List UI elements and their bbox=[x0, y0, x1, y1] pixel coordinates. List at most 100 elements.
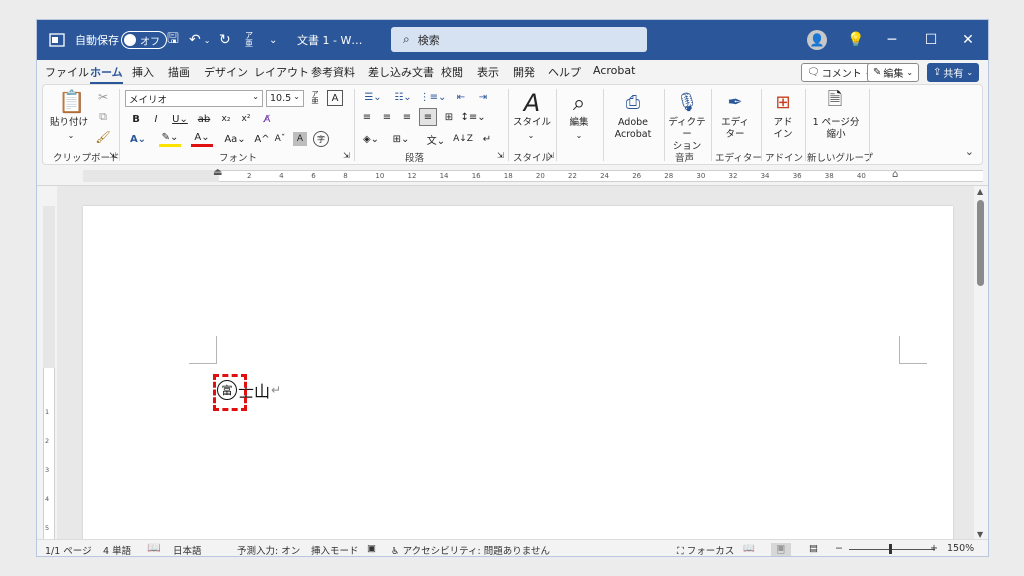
align-right-icon[interactable]: ≡ bbox=[399, 109, 415, 125]
indent-marker-icon[interactable]: ⏏ bbox=[213, 167, 222, 178]
chevron-down-icon[interactable]: ⌄ bbox=[523, 131, 539, 140]
dialog-launcher-icon[interactable]: ⇲ bbox=[109, 151, 116, 160]
tab-mailings[interactable]: 差し込み文書 bbox=[368, 64, 434, 80]
save-icon[interactable]: 🖫 bbox=[167, 20, 179, 60]
undo-icon[interactable]: ↶ ⌄ bbox=[189, 20, 210, 60]
language-indicator[interactable]: 日本語 bbox=[173, 543, 202, 556]
font-name-combo[interactable]: メイリオ ⌄ bbox=[125, 90, 263, 107]
styles-button[interactable]: スタイル bbox=[511, 117, 553, 129]
editing-mode-button[interactable]: ✎ 編集 ⌄ bbox=[867, 63, 920, 82]
font-color-icon[interactable]: A⌄ bbox=[191, 131, 213, 147]
addins-grid-icon[interactable]: ⊞ bbox=[771, 89, 795, 115]
tab-review[interactable]: 校閲 bbox=[441, 64, 463, 80]
paste-button[interactable]: 貼り付け bbox=[49, 117, 89, 129]
multilevel-list-icon[interactable]: ⋮≡⌄ bbox=[419, 89, 447, 105]
autosave-toggle[interactable]: オフ bbox=[121, 31, 167, 49]
text-effects-icon[interactable]: A⌄ bbox=[127, 131, 149, 147]
tab-view[interactable]: 表示 bbox=[477, 64, 499, 80]
print-layout-icon[interactable]: 🗏 bbox=[771, 543, 791, 556]
grow-font-icon[interactable]: A^ bbox=[254, 131, 269, 147]
phonetic-guide-icon[interactable]: ア亜 bbox=[308, 89, 322, 107]
right-indent-marker-icon[interactable]: ⌂ bbox=[892, 169, 898, 180]
borders-icon[interactable]: ⊞⌄ bbox=[389, 131, 413, 147]
increase-indent-icon[interactable]: ⇥ bbox=[475, 89, 491, 105]
shading-icon[interactable]: ◈⌄ bbox=[359, 131, 383, 147]
font-size-combo[interactable]: 10.5 ⌄ bbox=[266, 90, 304, 107]
asian-layout-icon[interactable]: 文⌄ bbox=[423, 131, 449, 147]
tab-layout[interactable]: レイアウト bbox=[254, 64, 309, 80]
scroll-down-icon[interactable]: ▼ bbox=[977, 530, 983, 539]
redo-icon[interactable]: ↻ bbox=[219, 20, 231, 60]
superscript-icon[interactable]: x² bbox=[239, 111, 253, 127]
proofing-book-icon[interactable]: 📖 bbox=[147, 541, 161, 554]
zoom-slider-track[interactable] bbox=[849, 549, 935, 550]
find-search-icon[interactable]: ⌕ bbox=[565, 89, 593, 117]
format-painter-icon[interactable]: 🖌 bbox=[95, 129, 111, 145]
clear-formatting-icon[interactable]: A̸ bbox=[259, 111, 275, 127]
maximize-button[interactable]: ☐ bbox=[912, 20, 950, 60]
dialog-launcher-icon[interactable]: ⇲ bbox=[343, 151, 350, 160]
phonetic-guide-icon[interactable]: ア亜 bbox=[245, 20, 253, 60]
word-count[interactable]: 4 単語 bbox=[103, 543, 131, 556]
tab-developer[interactable]: 開発 bbox=[513, 64, 535, 80]
dialog-launcher-icon[interactable]: ⇲ bbox=[547, 151, 554, 160]
bullets-icon[interactable]: ☰⌄ bbox=[359, 89, 387, 105]
share-button[interactable]: ⇪ 共有 ⌄ bbox=[927, 63, 980, 82]
editor-button[interactable]: エディ ター bbox=[715, 117, 755, 141]
shrink-font-icon[interactable]: Aˇ bbox=[273, 131, 287, 147]
page-count[interactable]: 1/1 ページ bbox=[45, 543, 92, 556]
scroll-up-icon[interactable]: ▲ bbox=[977, 187, 983, 196]
predictive-input-status[interactable]: 予測入力: オン bbox=[237, 543, 300, 556]
bold-icon[interactable]: B bbox=[129, 111, 143, 127]
zoom-slider-thumb[interactable] bbox=[889, 544, 892, 554]
justify-icon[interactable]: ≡ bbox=[419, 108, 437, 126]
web-layout-icon[interactable]: ▤ bbox=[809, 543, 818, 554]
tab-file[interactable]: ファイル bbox=[45, 64, 89, 80]
shrink-one-page-button[interactable]: 1 ページ分 縮小 bbox=[805, 117, 867, 141]
sort-icon[interactable]: A↓Z bbox=[453, 131, 473, 147]
editor-pen-icon[interactable]: ✒ bbox=[723, 89, 747, 115]
minimize-button[interactable]: ─ bbox=[873, 20, 911, 60]
chevron-down-icon[interactable]: ⌄ bbox=[571, 131, 587, 140]
numbering-icon[interactable]: ☷⌄ bbox=[389, 89, 417, 105]
enclosed-char-button-icon[interactable]: A bbox=[327, 90, 343, 106]
vertical-ruler[interactable]: 1 2 3 4 5 bbox=[37, 186, 57, 540]
collapse-ribbon-chevron-icon[interactable]: ⌄ bbox=[965, 145, 974, 158]
search-box[interactable]: ⌕ 検索 bbox=[391, 27, 647, 52]
insert-mode-status[interactable]: 挿入モード bbox=[311, 543, 359, 556]
lightbulb-icon[interactable]: 💡 bbox=[837, 20, 875, 60]
comment-button[interactable]: 🗨 コメント ⌄ bbox=[801, 63, 878, 82]
styles-icon[interactable]: A bbox=[517, 89, 547, 117]
customize-qat-icon[interactable]: ⌄ bbox=[269, 20, 277, 60]
cut-icon[interactable]: ✂ bbox=[95, 89, 111, 105]
char-shading-icon[interactable]: A bbox=[293, 132, 307, 146]
accessibility-status[interactable]: ♿ アクセシビリティ: 問題ありません bbox=[391, 543, 550, 556]
underline-icon[interactable]: U⌄ bbox=[169, 111, 191, 127]
enclose-characters-icon[interactable]: 字 bbox=[313, 131, 329, 147]
change-case-icon[interactable]: Aa⌄ bbox=[223, 131, 247, 147]
highlight-icon[interactable]: ✎⌄ bbox=[159, 131, 181, 147]
dialog-launcher-icon[interactable]: ⇲ bbox=[497, 151, 504, 160]
word-app-icon[interactable] bbox=[49, 20, 65, 60]
tab-draw[interactable]: 描画 bbox=[168, 64, 190, 80]
align-center-icon[interactable]: ≡ bbox=[379, 109, 395, 125]
tab-references[interactable]: 参考資料 bbox=[311, 64, 355, 80]
tab-home[interactable]: ホーム bbox=[90, 64, 123, 84]
decrease-indent-icon[interactable]: ⇤ bbox=[453, 89, 469, 105]
tab-acrobat[interactable]: Acrobat bbox=[593, 64, 635, 77]
italic-icon[interactable]: I bbox=[149, 111, 163, 127]
document-page[interactable]: 富士山 ↵ bbox=[83, 206, 953, 540]
microphone-icon[interactable]: 🎙 bbox=[675, 89, 699, 115]
horizontal-ruler[interactable]: ⏏ ⌂ 2 4 6 8 10 12 14 16 18 20 22 24 26 28 30 32 34 36 38 40 bbox=[37, 166, 988, 186]
adobe-acrobat-button[interactable]: Adobe Acrobat bbox=[607, 117, 659, 141]
adobe-pdf-icon[interactable]: ⎙ bbox=[619, 89, 647, 115]
subscript-icon[interactable]: x₂ bbox=[219, 111, 233, 127]
editing-button[interactable]: 編集 bbox=[559, 117, 599, 129]
tab-help[interactable]: ヘルプ bbox=[548, 64, 581, 80]
tab-insert[interactable]: 挿入 bbox=[132, 64, 154, 80]
show-formatting-icon[interactable]: ↵ bbox=[479, 131, 495, 147]
strikethrough-icon[interactable]: ab bbox=[196, 111, 212, 127]
addins-button[interactable]: アド イン bbox=[763, 117, 803, 141]
align-left-icon[interactable]: ≡ bbox=[359, 109, 375, 125]
line-spacing-icon[interactable]: ↕≡⌄ bbox=[460, 109, 485, 125]
